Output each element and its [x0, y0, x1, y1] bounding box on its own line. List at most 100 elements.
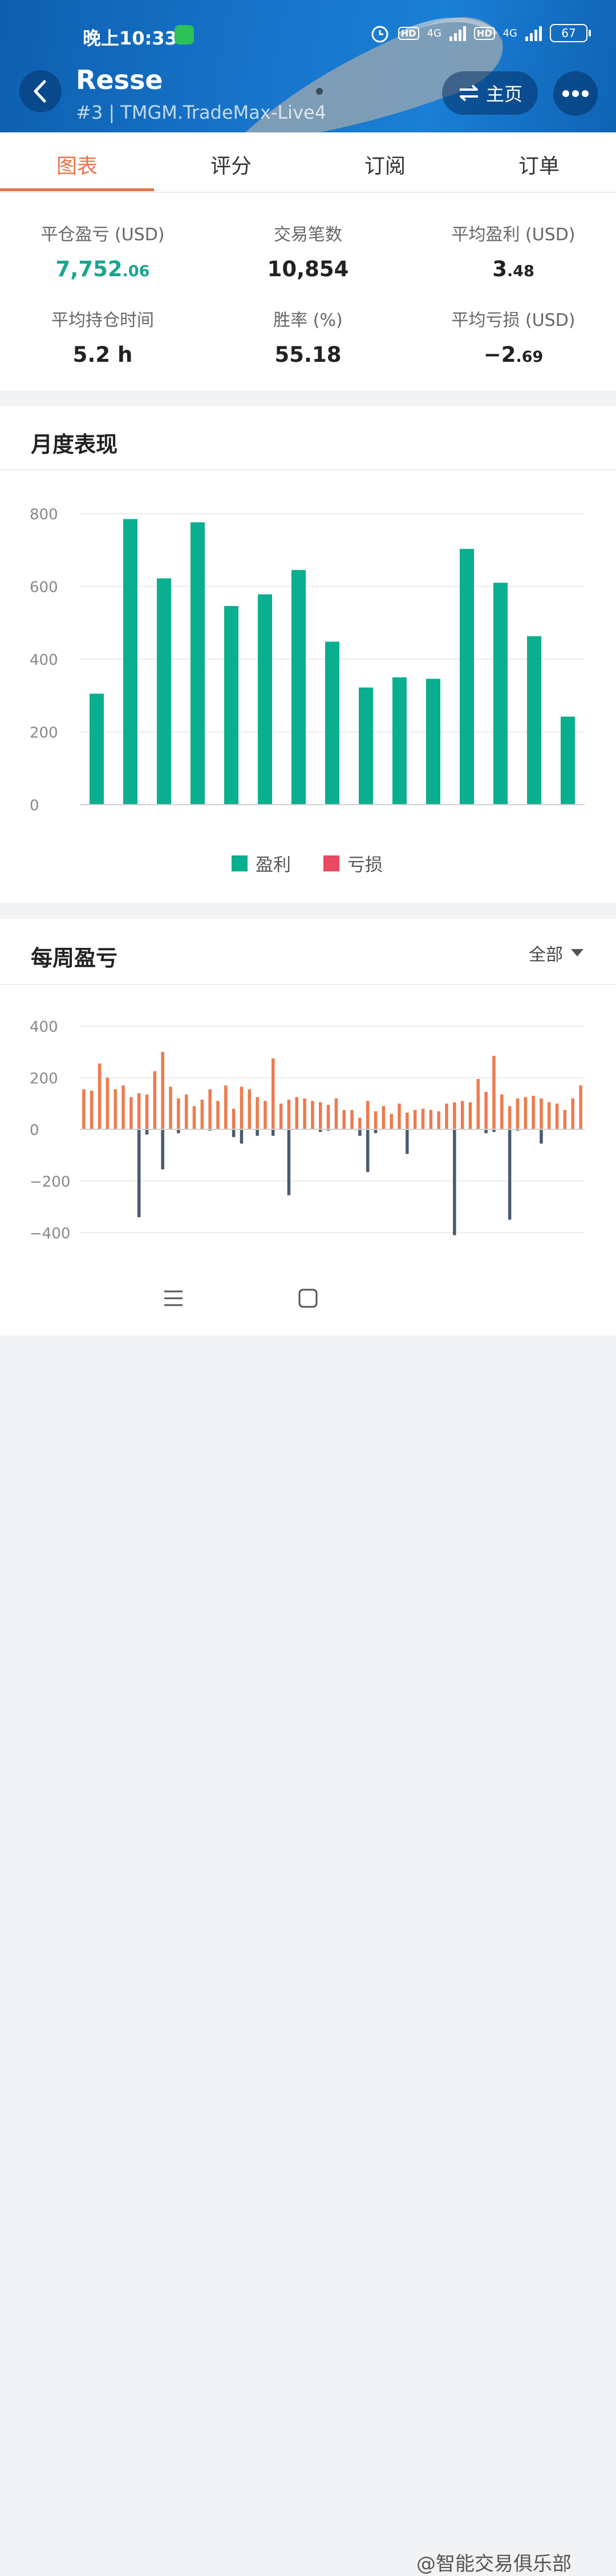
hd-badge-2: HD [473, 26, 495, 40]
weekly-profit-bar [82, 1089, 86, 1129]
weekly-profit-bar [161, 1052, 164, 1129]
weekly-profit-bar [232, 1108, 236, 1129]
weekly-profit-bar [468, 1102, 472, 1129]
weekly-profit-bar [279, 1103, 283, 1129]
range-filter-dropdown[interactable]: 全部 [529, 940, 583, 966]
profit-bar [527, 636, 541, 805]
y-tick-label: 0 [30, 1122, 39, 1139]
weekly-profit-bar [532, 1096, 535, 1129]
profit-bar [90, 693, 104, 805]
account-subtitle: #3 | TMGM.TradeMax-Live4 [76, 102, 327, 123]
weekly-loss-bar [287, 1129, 291, 1196]
chevron-left-icon [34, 80, 46, 103]
back-button[interactable] [19, 70, 62, 112]
weekly-profit-bar [137, 1093, 141, 1129]
weekly-profit-bar [516, 1098, 520, 1129]
weekly-profit-bar [421, 1108, 425, 1129]
weekly-loss-bar [271, 1129, 275, 1136]
weekly-profit-bar [177, 1098, 180, 1129]
hd-badge: HD [398, 26, 419, 40]
tab-subscribe[interactable]: 订阅 [308, 150, 462, 179]
weekly-loss-bar [232, 1129, 236, 1137]
weekly-profit-bar [98, 1063, 102, 1129]
weekly-profit-bar [540, 1098, 543, 1129]
profile-header: 晚上10:33 HD 4G HD 4G 67 Resse #3 | TMGM.T… [0, 0, 616, 132]
legend-profit[interactable]: 盈利 [232, 850, 291, 876]
stat-value: 7,752.06 [55, 257, 150, 281]
weekly-loss-bar [453, 1129, 456, 1235]
tab-chart[interactable]: 图表 [0, 150, 154, 179]
stat-average-loss: 平均亏损 (USD) −2.69 [411, 306, 616, 367]
weekly-profit-bar [492, 1056, 496, 1129]
weekly-profit-bar [90, 1091, 94, 1129]
tab-orders[interactable]: 订单 [462, 150, 616, 179]
weekly-profit-bar [374, 1111, 378, 1129]
legend-profit-swatch [232, 855, 248, 871]
active-tab-indicator [0, 188, 154, 191]
network-type-1: 4G [427, 27, 441, 39]
network-type-2: 4G [502, 27, 517, 39]
stat-label: 平均持仓时间 [51, 310, 154, 330]
weekly-loss-bar [374, 1129, 378, 1133]
weekly-loss-bar [177, 1129, 180, 1133]
legend-profit-label: 盈利 [256, 855, 291, 875]
stat-value: 10,854 [267, 257, 349, 281]
weekly-loss-bar [406, 1129, 409, 1154]
status-time: 晚上10:33 [83, 27, 177, 49]
stat-value: 5.2 h [72, 342, 133, 367]
stat-label: 平均盈利 (USD) [451, 225, 576, 245]
weekly-profit-bar [350, 1110, 354, 1129]
monthly-performance-card: 月度表现 0200400600800Dec 2020Jul 2021Feb 20… [0, 406, 616, 903]
stat-closed-pnl: 平仓盈亏 (USD) 7,752.06 [0, 220, 205, 281]
profit-bar [493, 583, 508, 805]
weekly-profit-bar [121, 1085, 125, 1129]
profit-bar [561, 716, 575, 805]
legend-loss[interactable]: 亏损 [323, 850, 383, 876]
profit-bar [258, 594, 272, 805]
swap-icon [459, 84, 478, 102]
stat-value: 3.48 [492, 257, 534, 281]
weekly-profit-bar [224, 1085, 228, 1129]
profit-bar [157, 578, 171, 805]
menu-icon[interactable] [162, 1287, 185, 1310]
weekly-profit-bar [184, 1094, 188, 1129]
more-options-button[interactable] [553, 71, 598, 116]
weekly-profit-bar [311, 1101, 314, 1129]
profit-bar [123, 519, 137, 805]
weekly-loss-bar [508, 1129, 512, 1220]
y-tick-label: 600 [30, 579, 58, 596]
tab-bar: 图表 评分 订阅 订单 [0, 132, 616, 193]
weekly-profit-bar [303, 1098, 306, 1129]
weekly-profit-bar [571, 1098, 575, 1129]
home-square-icon[interactable] [297, 1287, 319, 1310]
stat-label: 交易笔数 [274, 225, 342, 245]
weekly-profit-bar [429, 1110, 433, 1129]
watermark-text: @智能交易俱乐部 [416, 2553, 572, 2575]
y-tick-label: 400 [30, 1019, 58, 1036]
weekly-loss-bar [256, 1129, 259, 1136]
stats-panel: 平仓盈亏 (USD) 7,752.06 交易笔数 10,854 平均盈利 (US… [0, 193, 616, 390]
weekly-card-title: 每周盈亏 [31, 946, 118, 971]
caret-down-icon [571, 949, 583, 956]
weekly-profit-bar [129, 1097, 133, 1129]
weekly-loss-bar [358, 1129, 362, 1136]
weekly-profit-bar [216, 1101, 220, 1129]
phone-call-icon [175, 25, 194, 45]
profit-bar [325, 641, 339, 805]
divider [0, 984, 616, 985]
weekly-profit-bar [460, 1101, 464, 1129]
weekly-pnl-card: 每周盈亏 −400 −200 0 200 400 [0, 919, 616, 1261]
home-button[interactable]: 主页 [442, 71, 538, 115]
weekly-profit-bar [366, 1101, 370, 1129]
profit-bar [392, 677, 407, 805]
stat-trade-count: 交易笔数 10,854 [205, 220, 411, 281]
weekly-profit-bar [484, 1092, 488, 1129]
weekly-profit-bar [240, 1087, 244, 1129]
weekly-profit-bar [319, 1102, 322, 1129]
weekly-profit-bar [200, 1099, 204, 1129]
weekly-profit-bar [192, 1106, 196, 1129]
weekly-profit-bar [382, 1106, 386, 1129]
weekly-profit-bar [445, 1103, 448, 1129]
tab-rating[interactable]: 评分 [154, 150, 308, 179]
weekly-profit-bar [398, 1103, 401, 1129]
